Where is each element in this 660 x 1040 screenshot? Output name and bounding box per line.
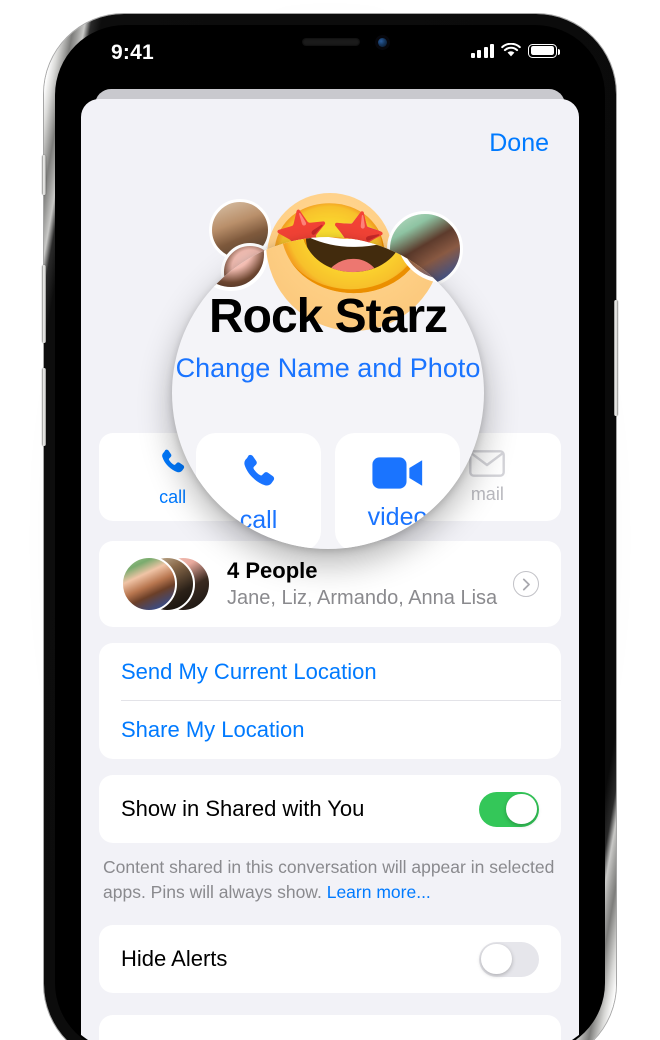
leave-conversation-row[interactable]: Leave this Conversation — [99, 1015, 561, 1040]
shared-with-you-toggle[interactable] — [479, 791, 539, 827]
magnified-avatar-cluster: 🤩 — [172, 237, 484, 331]
member-avatar-photo — [194, 237, 268, 291]
status-bar-time: 9:41 — [111, 41, 154, 64]
shared-with-you-card: Show in Shared with You — [99, 775, 561, 843]
screenshot-stage: 9:41 Done 🤩 — [0, 0, 660, 1040]
people-text: 4 People Jane, Liz, Armando, Anna Lisa — [227, 558, 513, 610]
participant-avatar — [121, 556, 177, 612]
volume-down-button[interactable] — [42, 368, 46, 446]
people-names: Jane, Liz, Armando, Anna Lisa — [227, 587, 498, 609]
cellular-bars-icon — [470, 43, 494, 58]
people-card: 4 People Jane, Liz, Armando, Anna Lisa — [99, 541, 561, 627]
magnified-call-label: call — [239, 505, 278, 534]
share-my-location-label: Share My Location — [121, 717, 305, 742]
magnifier-lens: 🤩 Rock Starz Change Name and Photo call — [172, 237, 484, 549]
share-my-location-row[interactable]: Share My Location — [99, 701, 561, 759]
hide-alerts-toggle[interactable] — [479, 941, 539, 977]
magnified-call-button[interactable]: call — [196, 433, 321, 549]
send-current-location-row[interactable]: Send My Current Location — [99, 643, 561, 701]
earpiece-speaker-icon — [302, 38, 360, 46]
sheet-header: Done — [489, 129, 549, 158]
people-avatar-stack — [121, 556, 213, 612]
shared-with-you-footnote: Content shared in this conversation will… — [103, 855, 555, 906]
phone-icon — [243, 454, 274, 486]
chevron-right-icon[interactable] — [513, 571, 539, 597]
volume-up-button[interactable] — [42, 265, 46, 343]
front-camera-icon — [375, 35, 390, 50]
status-bar-indicators — [470, 43, 561, 58]
hide-alerts-row: Hide Alerts — [99, 925, 561, 993]
wifi-icon — [501, 43, 521, 57]
magnified-quick-actions-row: call video — [196, 433, 460, 549]
magnified-video-button[interactable]: video — [335, 433, 460, 549]
toggle-knob — [506, 793, 537, 825]
battery-full-icon — [528, 43, 561, 58]
magnified-video-label: video — [367, 502, 428, 531]
toggle-knob — [481, 943, 512, 975]
hide-alerts-card: Hide Alerts — [99, 925, 561, 993]
shared-with-you-row: Show in Shared with You — [99, 775, 561, 843]
magnified-group-name: Rock Starz — [208, 290, 448, 343]
done-button[interactable]: Done — [489, 129, 549, 158]
location-card: Send My Current Location Share My Locati… — [99, 643, 561, 759]
leave-conversation-card: Leave this Conversation — [99, 1015, 561, 1040]
shared-with-you-label: Show in Shared with You — [121, 796, 365, 821]
video-camera-icon — [371, 456, 422, 489]
people-count: 4 People — [227, 558, 318, 583]
send-current-location-label: Send My Current Location — [121, 659, 377, 684]
power-button[interactable] — [614, 300, 618, 416]
hide-alerts-label: Hide Alerts — [121, 946, 228, 971]
learn-more-link[interactable]: Learn more... — [327, 882, 431, 902]
chevron-glyph-icon — [522, 578, 530, 590]
mute-switch-button[interactable] — [42, 155, 46, 195]
magnified-change-name-and-photo-link[interactable]: Change Name and Photo — [172, 353, 484, 384]
magnifier-content: 🤩 Rock Starz Change Name and Photo call — [172, 237, 484, 549]
people-row[interactable]: 4 People Jane, Liz, Armando, Anna Lisa — [99, 541, 561, 627]
